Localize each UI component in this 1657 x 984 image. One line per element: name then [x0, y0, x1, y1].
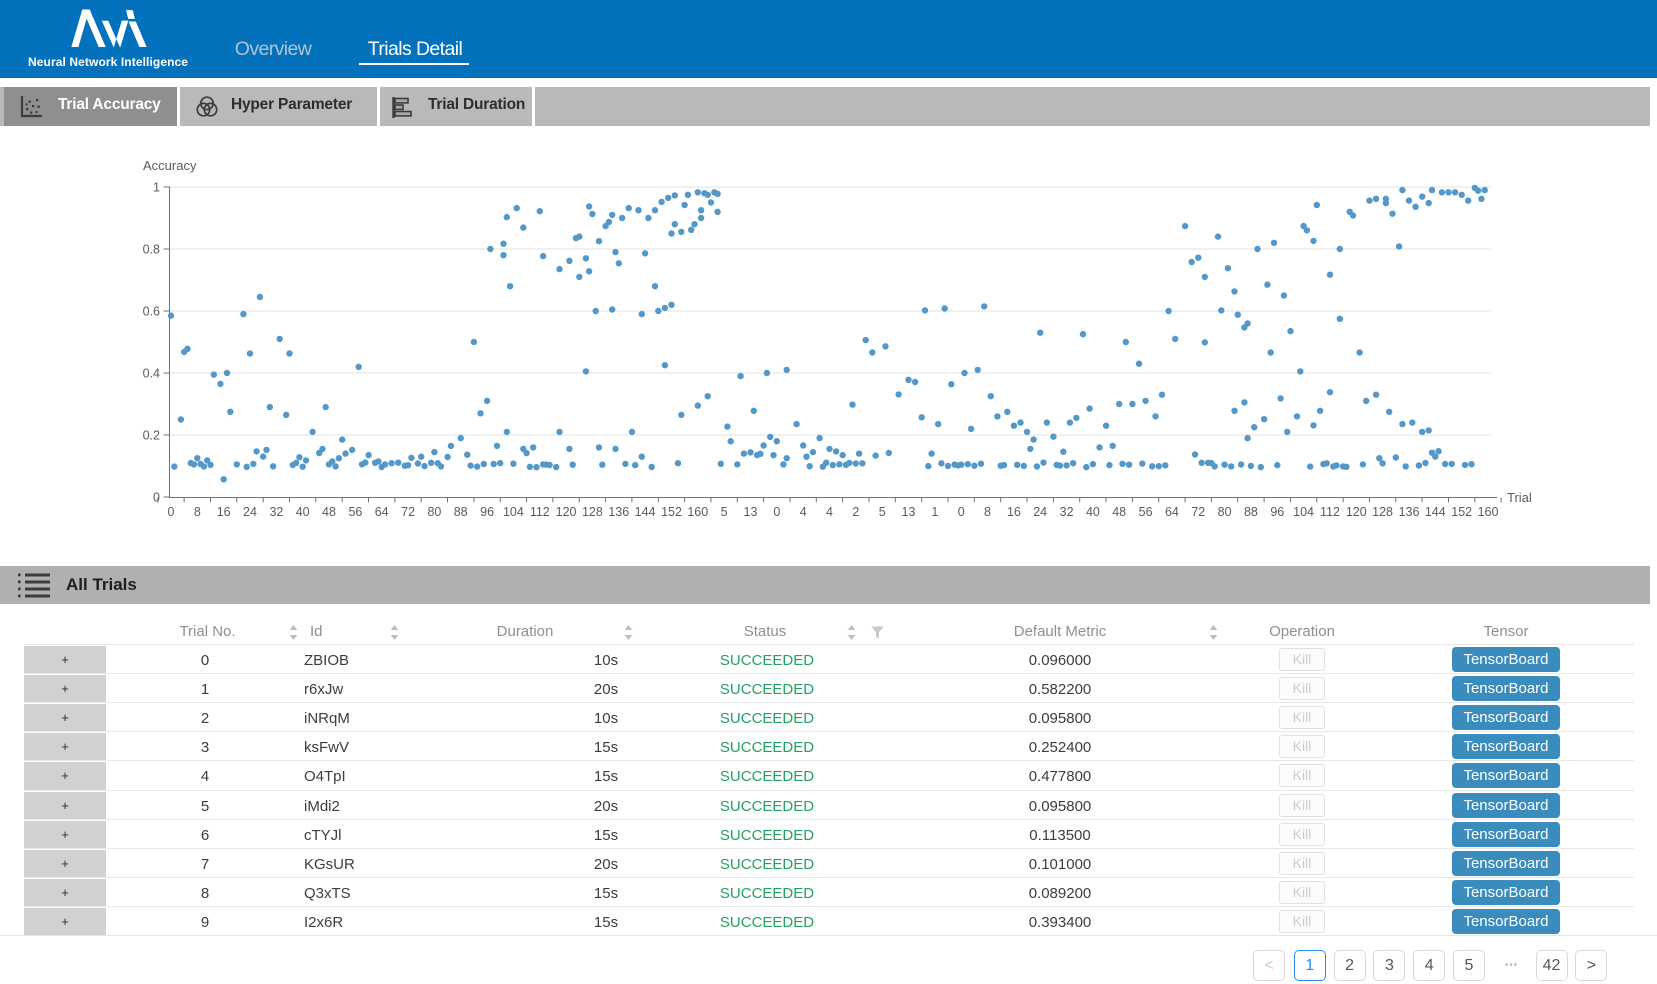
- svg-text:2: 2: [852, 505, 859, 519]
- svg-text:16: 16: [217, 505, 231, 519]
- svg-text:96: 96: [1270, 505, 1284, 519]
- svg-text:64: 64: [1165, 505, 1179, 519]
- svg-text:120: 120: [1346, 505, 1367, 519]
- svg-text:0: 0: [153, 491, 160, 505]
- svg-text:40: 40: [1086, 505, 1100, 519]
- svg-text:32: 32: [1060, 505, 1074, 519]
- svg-text:40: 40: [296, 505, 310, 519]
- svg-text:72: 72: [401, 505, 415, 519]
- svg-text:152: 152: [661, 505, 682, 519]
- svg-text:0.2: 0.2: [143, 429, 160, 443]
- svg-text:48: 48: [1112, 505, 1126, 519]
- svg-text:104: 104: [503, 505, 524, 519]
- svg-text:13: 13: [744, 505, 758, 519]
- svg-text:48: 48: [322, 505, 336, 519]
- svg-text:56: 56: [1139, 505, 1153, 519]
- svg-text:88: 88: [454, 505, 468, 519]
- svg-text:152: 152: [1451, 505, 1472, 519]
- svg-text:128: 128: [1372, 505, 1393, 519]
- svg-text:144: 144: [635, 505, 656, 519]
- svg-text:104: 104: [1293, 505, 1314, 519]
- svg-text:24: 24: [1033, 505, 1047, 519]
- svg-text:160: 160: [687, 505, 708, 519]
- svg-text:0.4: 0.4: [143, 367, 160, 381]
- svg-text:4: 4: [800, 505, 807, 519]
- svg-text:112: 112: [530, 505, 550, 519]
- svg-text:72: 72: [1191, 505, 1205, 519]
- svg-text:0: 0: [168, 505, 175, 519]
- svg-text:13: 13: [902, 505, 916, 519]
- svg-text:0.6: 0.6: [143, 305, 160, 319]
- svg-text:136: 136: [608, 505, 629, 519]
- svg-text:Trial: Trial: [1507, 490, 1532, 505]
- svg-text:144: 144: [1425, 505, 1446, 519]
- svg-text:8: 8: [984, 505, 991, 519]
- svg-text:32: 32: [269, 505, 283, 519]
- svg-text:96: 96: [480, 505, 494, 519]
- svg-text:80: 80: [427, 505, 441, 519]
- svg-text:0.8: 0.8: [143, 243, 160, 257]
- svg-text:56: 56: [348, 505, 362, 519]
- svg-text:112: 112: [1320, 505, 1340, 519]
- svg-text:4: 4: [826, 505, 833, 519]
- svg-text:136: 136: [1399, 505, 1420, 519]
- svg-text:0: 0: [773, 505, 780, 519]
- svg-text:88: 88: [1244, 505, 1258, 519]
- svg-text:8: 8: [194, 505, 201, 519]
- svg-text:16: 16: [1007, 505, 1021, 519]
- svg-text:5: 5: [721, 505, 728, 519]
- svg-text:1: 1: [931, 505, 938, 519]
- svg-text:120: 120: [556, 505, 577, 519]
- svg-text:24: 24: [243, 505, 257, 519]
- svg-text:Accuracy: Accuracy: [143, 158, 197, 173]
- svg-text:160: 160: [1478, 505, 1499, 519]
- svg-text:0: 0: [958, 505, 965, 519]
- svg-text:64: 64: [375, 505, 389, 519]
- svg-text:5: 5: [879, 505, 886, 519]
- svg-text:128: 128: [582, 505, 603, 519]
- svg-text:80: 80: [1218, 505, 1232, 519]
- svg-text:1: 1: [153, 181, 160, 195]
